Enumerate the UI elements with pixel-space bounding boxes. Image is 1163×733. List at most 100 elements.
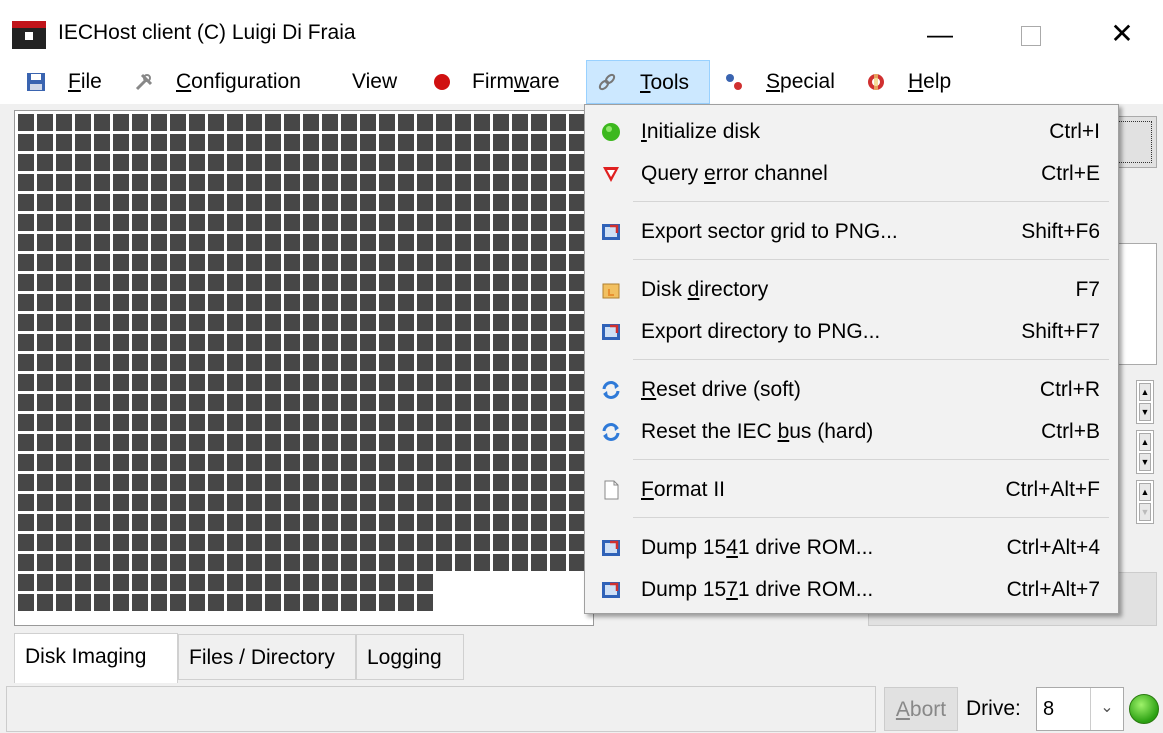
menu-item-query-error-channel[interactable]: Query error channel Ctrl+E — [587, 153, 1116, 195]
sector-cell — [379, 474, 395, 491]
sector-cell — [18, 294, 34, 311]
sector-cell — [379, 314, 395, 331]
sector-cell — [37, 334, 53, 351]
sector-cell — [75, 314, 91, 331]
spin-down-icon[interactable]: ▼ — [1139, 453, 1151, 471]
sector-cell — [246, 534, 262, 551]
sector-cell — [550, 394, 566, 411]
sector-cell — [284, 174, 300, 191]
menu-tools[interactable]: Tools — [586, 60, 710, 104]
sector-cell — [398, 494, 414, 511]
tab-logging[interactable]: Logging — [356, 634, 464, 680]
sector-cell — [37, 114, 53, 131]
sector-cell — [170, 554, 186, 571]
sector-cell — [284, 434, 300, 451]
sector-cell — [170, 254, 186, 271]
sector-cell — [94, 454, 110, 471]
spinner-1[interactable]: ▲ ▼ — [1136, 380, 1154, 424]
menu-item-dump-1541-rom[interactable]: Dump 1541 drive ROM... Ctrl+Alt+4 — [587, 527, 1116, 569]
menu-item-dump-1571-rom[interactable]: Dump 1571 drive ROM... Ctrl+Alt+7 — [587, 569, 1116, 611]
sector-grid[interactable] — [14, 110, 594, 626]
menu-item-export-directory[interactable]: Export directory to PNG... Shift+F7 — [587, 311, 1116, 353]
menu-item-format-ii[interactable]: Format II Ctrl+Alt+F — [587, 469, 1116, 511]
tab-files-directory[interactable]: Files / Directory — [178, 634, 356, 680]
sector-cell — [189, 414, 205, 431]
menu-item-disk-directory[interactable]: Disk directory F7 — [587, 269, 1116, 311]
menu-separator — [633, 517, 1109, 518]
abort-button[interactable]: Abort — [884, 687, 958, 731]
menu-item-reset-iec-bus[interactable]: Reset the IEC bus (hard) Ctrl+B — [587, 411, 1116, 453]
sector-cell — [75, 154, 91, 171]
sector-cell — [170, 514, 186, 531]
spin-up-icon[interactable]: ▲ — [1139, 483, 1151, 501]
sector-cell — [132, 274, 148, 291]
sector-cell — [113, 494, 129, 511]
menu-item-export-sector-grid[interactable]: Export sector grid to PNG... Shift+F6 — [587, 211, 1116, 253]
chevron-down-icon[interactable]: ⌄ — [1090, 688, 1123, 730]
sector-cell — [132, 394, 148, 411]
sector-cell — [417, 274, 433, 291]
sector-cell — [265, 514, 281, 531]
sector-cell — [151, 514, 167, 531]
sector-cell — [265, 334, 281, 351]
sector-cell — [56, 114, 72, 131]
sector-cell — [265, 494, 281, 511]
sector-cell — [75, 114, 91, 131]
sector-cell — [341, 474, 357, 491]
spinner-2[interactable]: ▲ ▼ — [1136, 430, 1154, 474]
tab-disk-imaging[interactable]: Disk Imaging — [14, 633, 178, 683]
spin-down-icon[interactable]: ▼ — [1139, 503, 1151, 521]
drive-select[interactable]: 8 ⌄ — [1036, 687, 1124, 731]
sector-cell — [56, 254, 72, 271]
sector-cell — [170, 234, 186, 251]
sector-cell — [170, 394, 186, 411]
sector-cell — [284, 154, 300, 171]
sector-cell — [284, 294, 300, 311]
menu-file[interactable]: File — [16, 60, 112, 104]
minimize-button[interactable]: — — [910, 12, 970, 56]
sector-cell — [569, 554, 585, 571]
spin-down-icon[interactable]: ▼ — [1139, 403, 1151, 421]
floppy-icon — [27, 73, 45, 91]
sector-cell — [531, 554, 547, 571]
sector-cell — [151, 274, 167, 291]
sector-cell — [550, 134, 566, 151]
status-field — [6, 686, 876, 732]
sector-cell — [379, 454, 395, 471]
sector-cell — [75, 174, 91, 191]
sector-cell — [341, 414, 357, 431]
sector-cell — [113, 534, 129, 551]
sector-cell — [265, 394, 281, 411]
menu-special[interactable]: Special — [718, 60, 848, 104]
menu-item-reset-drive[interactable]: Reset drive (soft) Ctrl+R — [587, 369, 1116, 411]
spin-up-icon[interactable]: ▲ — [1139, 433, 1151, 451]
menu-firmware[interactable]: Firmware — [424, 60, 582, 104]
close-button[interactable]: ✕ — [1092, 12, 1152, 56]
maximize-button[interactable] — [1001, 12, 1061, 56]
sector-cell — [208, 414, 224, 431]
menu-configuration[interactable]: Configuration — [124, 60, 334, 104]
sector-cell — [75, 254, 91, 271]
sector-cell — [37, 434, 53, 451]
sector-cell — [113, 514, 129, 531]
sector-cell — [569, 114, 585, 131]
app-icon[interactable] — [12, 21, 46, 49]
sector-cell — [170, 434, 186, 451]
sector-cell — [189, 454, 205, 471]
sector-cell — [455, 274, 471, 291]
sector-cell — [265, 454, 281, 471]
sector-cell — [322, 514, 338, 531]
spinner-3[interactable]: ▲ ▼ — [1136, 480, 1154, 524]
menu-item-initialize-disk[interactable]: Initialize disk Ctrl+I — [587, 111, 1116, 153]
spin-up-icon[interactable]: ▲ — [1139, 383, 1151, 401]
sector-cell — [512, 254, 528, 271]
sector-cell — [493, 174, 509, 191]
sector-cell — [151, 374, 167, 391]
sector-cell — [398, 474, 414, 491]
sector-cell — [227, 534, 243, 551]
menu-help[interactable]: Help — [860, 60, 970, 104]
sector-cell — [227, 574, 243, 591]
sector-cell — [322, 314, 338, 331]
menu-view[interactable]: View — [342, 60, 412, 104]
sector-cell — [151, 174, 167, 191]
